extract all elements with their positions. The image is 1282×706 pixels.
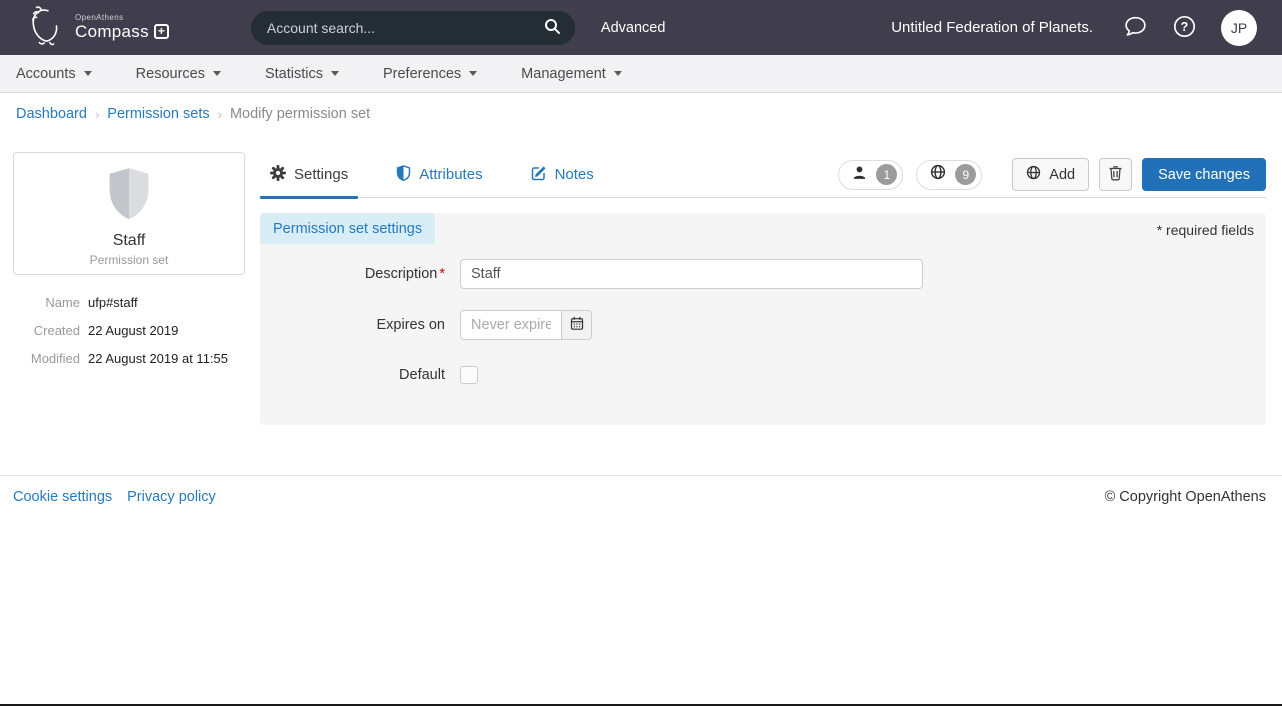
permission-set-title: Staff: [113, 232, 146, 250]
calendar-icon: [570, 316, 584, 334]
resources-count-badge: 9: [955, 164, 976, 185]
gear-icon: [270, 165, 286, 185]
nav-item-resources[interactable]: Resources: [136, 66, 221, 82]
breadcrumb-permission-sets[interactable]: Permission sets: [107, 106, 209, 122]
cookie-settings-link[interactable]: Cookie settings: [13, 489, 112, 505]
panel-tab-permission-set-settings: Permission set settings: [260, 213, 435, 244]
advanced-search-link[interactable]: Advanced: [601, 20, 666, 36]
chevron-down-icon: [84, 71, 92, 76]
permission-set-card: Staff Permission set: [13, 152, 245, 275]
organisation-name: Untitled Federation of Planets.: [891, 19, 1093, 36]
details-list: Name ufp#staff Created 22 August 2019 Mo…: [13, 295, 245, 366]
chevron-down-icon: [331, 71, 339, 76]
expires-row: Expires on: [260, 310, 1266, 340]
search-button[interactable]: [536, 14, 569, 42]
expires-on-input[interactable]: [460, 310, 562, 340]
help-icon: ?: [1172, 14, 1197, 42]
trash-icon: [1108, 165, 1123, 185]
tab-settings[interactable]: Settings: [260, 152, 358, 197]
delete-button[interactable]: [1099, 158, 1132, 191]
description-label: Description*: [260, 266, 445, 282]
required-fields-note: * required fields: [1157, 222, 1254, 238]
user-avatar[interactable]: JP: [1221, 10, 1257, 46]
chat-bubble-icon: [1123, 14, 1148, 42]
help-button[interactable]: ?: [1172, 14, 1197, 42]
accounts-count-pill[interactable]: 1: [838, 160, 903, 190]
logo-text: OpenAthens Compass +: [75, 14, 169, 41]
copyright-text: © Copyright OpenAthens: [1105, 489, 1266, 505]
globe-icon: [1026, 165, 1041, 184]
save-changes-button[interactable]: Save changes: [1142, 158, 1266, 191]
openathens-logo-icon: [28, 4, 66, 51]
chevron-down-icon: [213, 71, 221, 76]
detail-row-created: Created 22 August 2019: [13, 323, 245, 338]
resources-count-pill[interactable]: 9: [916, 160, 982, 190]
account-search-box[interactable]: [251, 11, 575, 45]
chevron-down-icon: [469, 71, 477, 76]
account-search-input[interactable]: [267, 20, 536, 36]
breadcrumb: Dashboard › Permission sets › Modify per…: [0, 93, 1282, 122]
privacy-policy-link[interactable]: Privacy policy: [127, 489, 216, 505]
detail-row-name: Name ufp#staff: [13, 295, 245, 310]
permission-set-subtitle: Permission set: [90, 253, 169, 267]
detail-label: Modified: [13, 351, 80, 366]
add-button[interactable]: Add: [1012, 158, 1089, 191]
breadcrumb-separator: ›: [95, 107, 99, 122]
default-label: Default: [260, 367, 445, 383]
main-navigation: Accounts Resources Statistics Preference…: [0, 55, 1282, 93]
openathens-compass-logo[interactable]: OpenAthens Compass +: [28, 4, 169, 51]
tab-bar: Settings Attributes: [260, 152, 632, 197]
page-footer: Cookie settings Privacy policy © Copyrig…: [0, 475, 1282, 517]
breadcrumb-current: Modify permission set: [230, 106, 370, 122]
globe-icon: [930, 164, 946, 185]
description-input[interactable]: [460, 259, 923, 289]
breadcrumb-separator: ›: [218, 107, 222, 122]
tab-label: Attributes: [419, 166, 482, 183]
tab-label: Notes: [555, 166, 594, 183]
chat-button[interactable]: [1123, 14, 1148, 42]
detail-label: Created: [13, 323, 80, 338]
description-row: Description*: [260, 259, 1266, 289]
logo-brand-large: Compass: [75, 23, 149, 42]
pencil-square-icon: [531, 165, 547, 185]
shield-half-icon: [396, 165, 411, 185]
accounts-count-badge: 1: [876, 164, 897, 185]
detail-value: 22 August 2019: [88, 323, 178, 338]
permission-set-settings-panel: Permission set settings * required field…: [260, 213, 1266, 425]
save-changes-label: Save changes: [1158, 167, 1250, 183]
tabs-and-actions-row: Settings Attributes: [260, 152, 1266, 198]
breadcrumb-dashboard[interactable]: Dashboard: [16, 106, 87, 122]
svg-text:?: ?: [1181, 20, 1189, 34]
required-asterisk: *: [439, 266, 445, 282]
tab-notes[interactable]: Notes: [521, 152, 604, 197]
default-row: Default: [260, 366, 1266, 384]
default-checkbox[interactable]: [460, 366, 478, 384]
chevron-down-icon: [614, 71, 622, 76]
add-button-label: Add: [1049, 167, 1075, 183]
detail-value: ufp#staff: [88, 295, 138, 310]
shield-icon: [103, 166, 155, 227]
expires-label: Expires on: [260, 317, 445, 333]
nav-item-statistics[interactable]: Statistics: [265, 66, 339, 82]
person-icon: [852, 165, 867, 185]
search-icon: [544, 18, 561, 38]
nav-item-management[interactable]: Management: [521, 66, 622, 82]
detail-value: 22 August 2019 at 11:55: [88, 351, 228, 366]
nav-item-preferences[interactable]: Preferences: [383, 66, 477, 82]
detail-label: Name: [13, 295, 80, 310]
tab-label: Settings: [294, 166, 348, 183]
tab-attributes[interactable]: Attributes: [386, 152, 492, 197]
calendar-button[interactable]: [562, 310, 592, 340]
nav-item-accounts[interactable]: Accounts: [16, 66, 92, 82]
top-header: OpenAthens Compass + Advanced Untitled F…: [0, 0, 1282, 55]
actions-group: 1 9: [838, 158, 1266, 191]
plus-badge-icon: +: [154, 24, 169, 39]
detail-row-modified: Modified 22 August 2019 at 11:55: [13, 351, 245, 366]
